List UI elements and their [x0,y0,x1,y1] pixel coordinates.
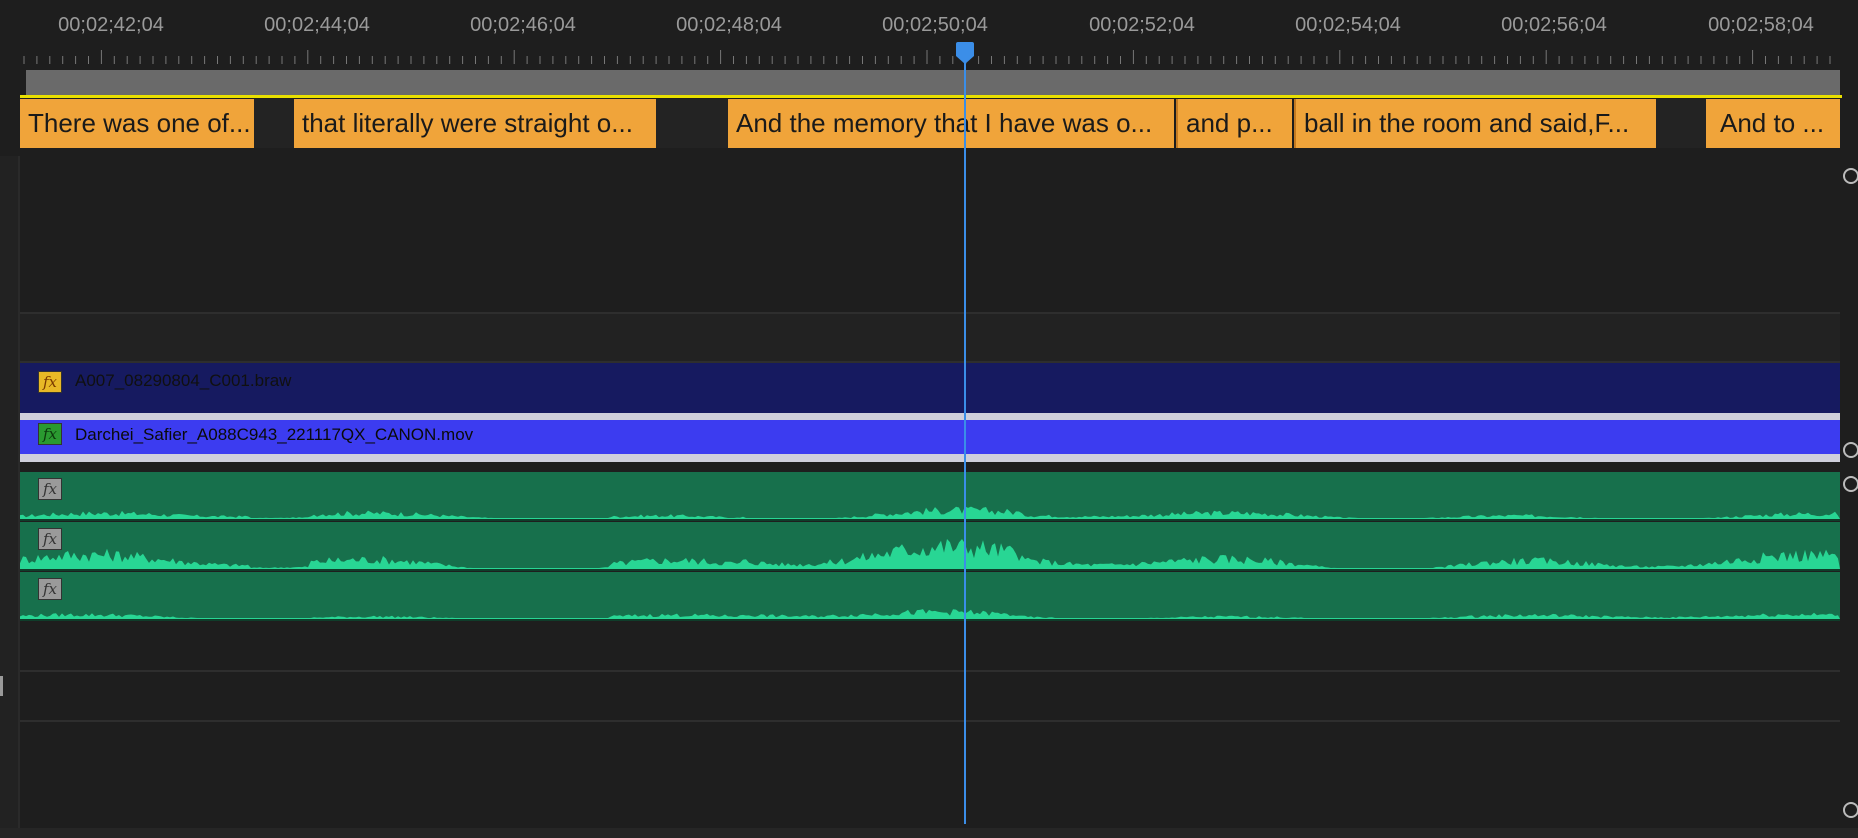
video-track-empty[interactable] [20,158,1840,312]
caption-text: ball in the room and said,F... [1304,108,1630,138]
audio-waveform [20,506,1840,519]
work-area-indicator [20,95,1842,98]
track-divider [20,670,1840,672]
audio-waveform [20,609,1840,619]
ruler-timecode: 00;02;44;04 [264,14,370,36]
caption-text: and p... [1186,108,1273,138]
scroll-handle[interactable] [1843,168,1858,184]
fx-badge[interactable]: fx [38,423,62,445]
caption-clip[interactable]: There was one of... [20,99,254,148]
caption-gap [254,99,294,148]
audio-clip[interactable]: fx [20,572,1840,621]
video-clip-canon[interactable]: fx Darchei_Safier_A088C943_221117QX_CANO… [20,420,1840,454]
ruler-timecode: 00;02;54;04 [1295,14,1401,36]
audio-clip[interactable]: fx [20,472,1840,521]
caption-text: And the memory that I have was o... [736,108,1153,138]
clip-name: Darchei_Safier_A088C943_221117QX_CANON.m… [75,425,474,444]
gutter-marker [0,676,3,696]
fx-badge[interactable]: fx [38,578,62,600]
caption-clip[interactable]: that literally were straight o... [294,99,656,148]
audio-track-empty[interactable] [20,623,1840,670]
vertical-zoom-scrollbar[interactable] [1842,160,1858,830]
playhead-handle[interactable] [956,42,974,64]
caption-text: And to ... [1720,108,1825,138]
ruler-timecode: 00;02;52;04 [1089,14,1195,36]
caption-gap [1656,99,1706,148]
caption-clip[interactable]: ball in the room and said,F... [1294,99,1656,148]
ruler-ticks [20,50,1840,66]
caption-clip[interactable]: And the memory that I have was o... [728,99,1174,148]
scroll-handle[interactable] [1843,476,1858,492]
caption-clip[interactable]: and p... [1176,99,1292,148]
audio-clip[interactable]: fx [20,522,1840,571]
caption-clip[interactable]: And to ... [1706,99,1840,148]
clip-border [20,454,1840,462]
caption-gap [656,99,728,148]
caption-text: There was one of... [28,108,251,138]
ruler-timecode: 00;02;50;04 [882,14,988,36]
ruler-timecode: 00;02;42;04 [58,14,164,36]
time-ruler[interactable]: 00;02;42;04 00;02;44;04 00;02;46;04 00;0… [0,0,1858,70]
ruler-timecode: 00;02;58;04 [1708,14,1814,36]
fx-badge[interactable]: fx [38,478,62,500]
fx-badge[interactable]: fx [38,371,62,393]
audio-waveform [20,539,1840,569]
caption-text: that literally were straight o... [302,108,633,138]
video-track-v2[interactable] [20,314,1840,361]
playhead-line[interactable] [964,52,966,824]
work-area-bar[interactable] [26,70,1840,96]
ruler-timecode: 00;02;56;04 [1501,14,1607,36]
scroll-handle[interactable] [1843,442,1858,458]
ruler-timecode: 00;02;46;04 [470,14,576,36]
track-header-gutter [0,156,20,828]
scroll-handle[interactable] [1843,802,1858,818]
video-clip-braw[interactable]: fx A007_08290804_C001.braw [20,363,1840,413]
captions-track[interactable]: There was one of... that literally were … [20,99,1840,148]
ruler-timecode: 00;02;48;04 [676,14,782,36]
clip-name: A007_08290804_C001.braw [75,371,292,390]
fx-badge[interactable]: fx [38,528,62,550]
clip-border [20,413,1840,420]
horizontal-scrollbar[interactable] [0,828,1858,838]
track-divider [20,720,1840,722]
